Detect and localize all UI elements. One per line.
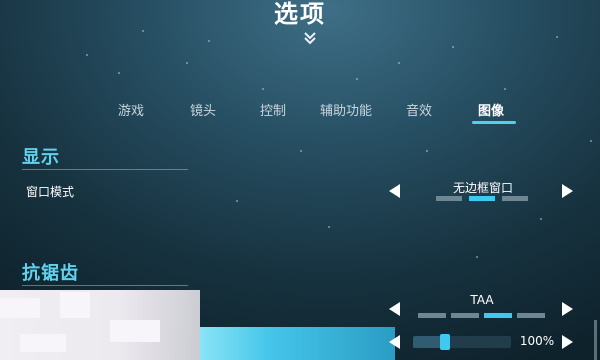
page-title: 选项	[274, 0, 326, 28]
scale-slider[interactable]	[413, 334, 511, 350]
section-title-display: 显示	[22, 147, 60, 168]
antialias-next-arrow-icon[interactable]	[562, 302, 573, 316]
scale-value: 100%	[519, 334, 555, 348]
scale-prev-arrow-icon[interactable]	[389, 335, 400, 349]
option-indicator-segment-selected	[484, 313, 512, 318]
option-indicator-segment	[451, 313, 479, 318]
tab-audio[interactable]: 音效	[406, 100, 432, 119]
window-mode-label: 窗口模式	[26, 185, 75, 199]
window-mode-prev-arrow-icon[interactable]	[389, 184, 400, 198]
tab-accessibility[interactable]: 辅助功能	[320, 100, 372, 119]
tab-camera[interactable]: 镜头	[190, 100, 216, 119]
option-indicator-segment	[418, 313, 446, 318]
window-mode-value: 无边框窗口	[452, 181, 513, 195]
double-chevron-down-icon[interactable]	[302, 30, 318, 46]
section-title-antialias: 抗锯齿	[22, 263, 79, 284]
scale-slider-handle[interactable]	[440, 334, 450, 350]
scrollbar[interactable]	[594, 320, 597, 360]
option-indicator-segment	[436, 196, 462, 201]
highlighted-row-band	[200, 327, 395, 360]
option-indicator-segment-selected	[469, 196, 495, 201]
antialias-value: TAA	[470, 293, 494, 307]
active-tab-indicator	[472, 121, 516, 124]
antialias-prev-arrow-icon[interactable]	[389, 302, 400, 316]
window-mode-next-arrow-icon[interactable]	[562, 184, 573, 198]
tab-game[interactable]: 游戏	[118, 100, 144, 119]
section-divider	[22, 169, 188, 170]
scale-next-arrow-icon[interactable]	[562, 335, 573, 349]
obscured-region	[0, 290, 200, 360]
option-indicator-segment	[502, 196, 528, 201]
option-indicator-segment	[517, 313, 545, 318]
tab-controls[interactable]: 控制	[260, 100, 286, 119]
tab-graphics[interactable]: 图像	[478, 100, 504, 119]
section-divider	[22, 285, 188, 286]
